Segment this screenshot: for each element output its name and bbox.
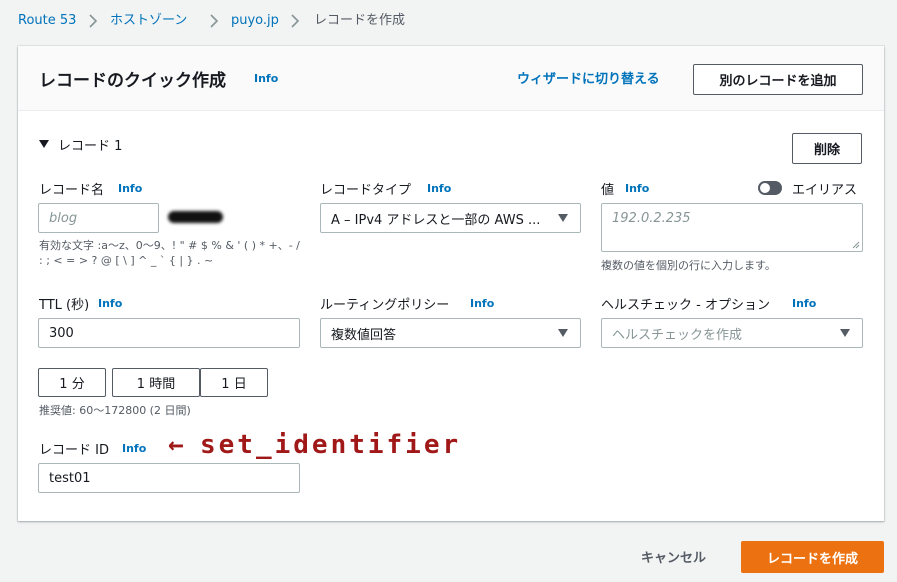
ttl-label: TTL (秒) [39,298,90,313]
ttl-info-link[interactable]: Info [98,297,122,310]
record-type-info-link[interactable]: Info [427,182,451,195]
ttl-preset-1-day-button[interactable]: 1 日 [200,368,268,397]
value-hint: 複数の値を個別の行に入力します。 [601,259,776,272]
ttl-hint: 推奨値: 60〜172800 (2 日間) [39,404,191,417]
routing-policy-label: ルーティングポリシー [320,298,450,313]
health-check-info-link[interactable]: Info [792,297,816,310]
ttl-preset-1-minute-button[interactable]: 1 分 [38,368,106,397]
breadcrumb-current: レコードを作成 [314,13,406,28]
breadcrumb-route53[interactable]: Route 53 [18,11,76,31]
ttl-input[interactable]: 300 [38,318,300,348]
health-check-select[interactable]: ヘルスチェックを作成 [601,318,863,348]
panel-header: レコードのクイック作成 Info ウィザードに切り替える 別のレコードを追加 [18,46,884,111]
caret-down-icon [840,329,850,337]
chevron-right-icon [291,14,300,28]
ttl-value: 300 [49,325,74,341]
chevron-right-icon [210,14,219,28]
caret-down-icon[interactable] [38,139,50,149]
cancel-button[interactable]: キャンセル [641,547,706,566]
record-id-info-link[interactable]: Info [122,442,146,455]
quick-create-panel: レコードのクイック作成 Info ウィザードに切り替える 別のレコードを追加 レ… [18,46,884,521]
value-textarea[interactable]: 192.0.2.235 [601,203,863,252]
value-info-link[interactable]: Info [625,182,649,195]
ttl-preset-1-hour-button[interactable]: 1 時間 [112,368,200,397]
record-type-label: レコードタイプ [320,183,412,198]
record-type-select[interactable]: A – IPv4 アドレスと一部の AWS ... [320,203,581,233]
redacted-domain [168,211,223,223]
health-check-label: ヘルスチェック - オプション [601,298,770,313]
record-section-title[interactable]: レコード 1 [58,135,122,154]
routing-policy-value: 複数値回答 [331,327,397,343]
annotation-arrow: ← [168,430,187,460]
record-name-info-link[interactable]: Info [118,182,142,195]
alias-toggle[interactable] [758,181,782,195]
switch-to-wizard-link[interactable]: ウィザードに切り替える [517,68,660,87]
chevron-right-icon [89,14,98,28]
record-name-input[interactable]: blog [38,203,159,233]
panel-title: レコードのクイック作成 [39,71,226,91]
record-type-value: A – IPv4 アドレスと一部の AWS ... [331,212,541,228]
alias-label: エイリアス [792,183,858,198]
routing-policy-select[interactable]: 複数値回答 [320,318,581,348]
breadcrumb-zone[interactable]: puyo.jp [231,11,279,31]
record-id-label: レコード ID [39,443,109,458]
annotation-set-identifier: set_identifier [200,430,462,460]
breadcrumb-hosted-zones[interactable]: ホストゾーン [110,11,187,31]
value-label: 値 [601,183,615,198]
resize-handle-icon[interactable] [852,241,860,249]
record-id-value: test01 [49,470,91,486]
record-name-label: レコード名 [39,183,105,198]
health-check-placeholder: ヘルスチェックを作成 [612,327,743,343]
info-link[interactable]: Info [254,72,278,85]
add-another-record-button[interactable]: 別のレコードを追加 [693,64,863,95]
create-record-button[interactable]: レコードを作成 [741,541,884,573]
value-placeholder: 192.0.2.235 [612,211,691,226]
delete-record-button[interactable]: 削除 [792,133,862,164]
record-name-hint: 有効な文字 :a〜z、0〜9、! " # $ % & ' ( ) * +、- /… [39,239,300,267]
record-id-input[interactable]: test01 [38,463,300,493]
caret-down-icon [558,214,568,222]
routing-policy-info-link[interactable]: Info [470,297,494,310]
record-name-placeholder: blog [49,210,78,226]
caret-down-icon [558,329,568,337]
